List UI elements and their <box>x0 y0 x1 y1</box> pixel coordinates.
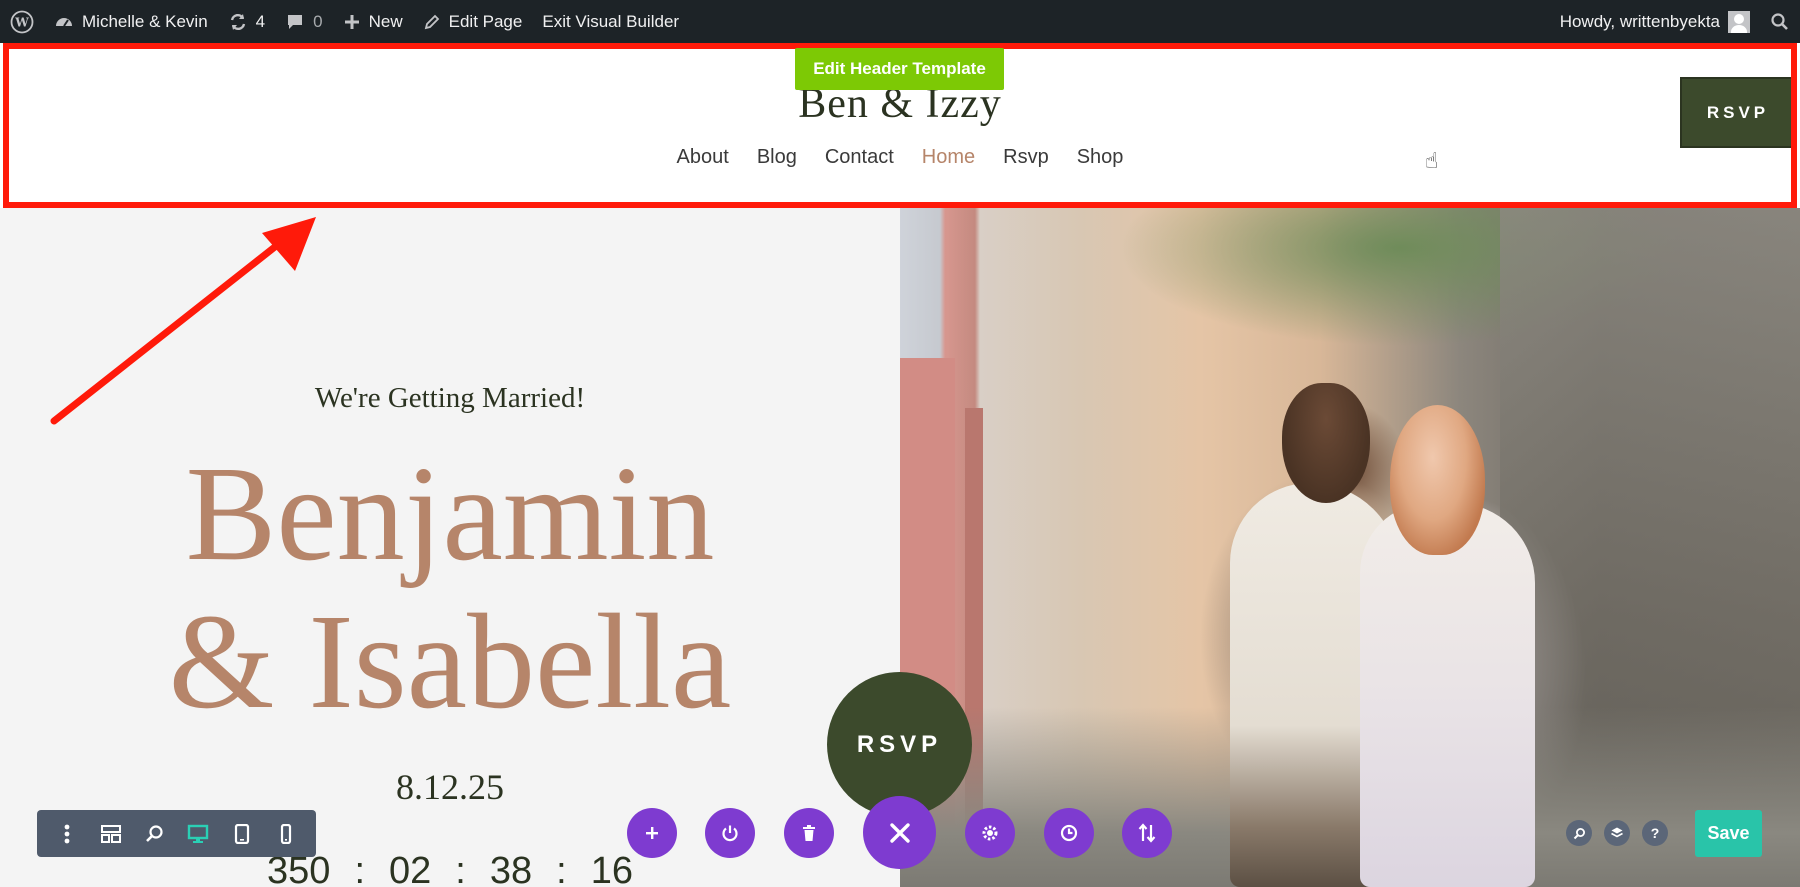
page-settings-button[interactable] <box>965 808 1015 858</box>
new-label: New <box>368 11 403 31</box>
zoom-view-button[interactable] <box>141 820 169 848</box>
countdown-seconds: 16 <box>590 850 633 887</box>
annotation-arrow-icon <box>50 217 316 425</box>
edit-page-link[interactable]: Edit Page <box>413 0 533 43</box>
phone-icon <box>280 823 292 844</box>
exit-visual-builder-link[interactable]: Exit Visual Builder <box>532 0 689 43</box>
trash-icon <box>803 825 815 841</box>
clear-layout-button[interactable] <box>784 808 834 858</box>
save-button[interactable]: Save <box>1695 810 1762 857</box>
sort-icon <box>1138 823 1156 843</box>
updates-link[interactable]: 4 <box>218 0 275 43</box>
avatar <box>1728 10 1750 33</box>
tablet-view-button[interactable] <box>228 820 256 848</box>
site-name-link[interactable]: Michelle & Kevin <box>44 0 218 43</box>
phone-view-button[interactable] <box>272 820 300 848</box>
new-content-link[interactable]: New <box>333 0 413 43</box>
hero-name-line1: Benjamin <box>185 439 715 589</box>
desktop-icon <box>188 824 209 843</box>
more-icon <box>64 824 70 843</box>
layout-icon <box>100 824 121 843</box>
exit-builder-label: Exit Visual Builder <box>542 11 680 31</box>
countdown-minutes: 38 <box>489 850 533 887</box>
layers-icon <box>1611 827 1623 838</box>
hero-names: Benjamin & Isabella <box>0 440 900 736</box>
zoom-icon <box>145 824 163 842</box>
couple-photo-subject <box>1220 383 1550 887</box>
pencil-icon <box>424 14 439 29</box>
layers-view-button[interactable] <box>1604 820 1630 846</box>
countdown-separator: : <box>556 850 567 887</box>
dashboard-icon <box>56 17 72 27</box>
countdown-separator: : <box>354 850 365 887</box>
add-icon <box>646 827 658 839</box>
tablet-icon <box>235 823 250 844</box>
power-icon <box>722 825 738 842</box>
history-icon <box>1060 824 1078 842</box>
comments-link[interactable]: 0 <box>275 0 332 43</box>
nav-item-contact[interactable]: Contact <box>825 146 894 169</box>
wedding-date: 8.12.25 <box>396 767 504 807</box>
add-section-button[interactable] <box>627 808 677 858</box>
builder-menu-button[interactable] <box>53 820 81 848</box>
comments-icon <box>288 14 303 29</box>
wireframe-view-button[interactable] <box>97 820 125 848</box>
nav-item-home[interactable]: Home <box>922 146 975 169</box>
nav-item-shop[interactable]: Shop <box>1077 146 1124 169</box>
portability-button[interactable] <box>1122 808 1172 858</box>
search-icon <box>1771 12 1788 30</box>
wordpress-logo-button[interactable]: W <box>0 0 44 43</box>
edit-header-template-button[interactable]: Edit Header Template <box>795 48 1004 90</box>
svg-text:W: W <box>14 15 29 29</box>
pointer-cursor-icon: ☝ <box>1425 148 1439 173</box>
disable-builder-button[interactable] <box>705 808 755 858</box>
wp-admin-bar: W Michelle & Kevin 4 0 New Edit Page Exi… <box>0 0 1800 43</box>
hero-name-line2: & Isabella <box>168 587 732 737</box>
desktop-view-button[interactable] <box>184 820 212 848</box>
builder-search-button[interactable] <box>1566 820 1592 846</box>
updates-count: 4 <box>255 11 266 31</box>
builder-view-toolbar <box>37 810 316 857</box>
help-icon: ? <box>1650 825 1660 841</box>
main-nav: About Blog Contact Home Rsvp Shop <box>0 146 1800 169</box>
help-button[interactable]: ? <box>1642 820 1668 846</box>
close-builder-button[interactable] <box>863 796 936 869</box>
wordpress-icon: W <box>10 10 34 33</box>
admin-search-button[interactable] <box>1760 0 1800 43</box>
account-menu[interactable]: Howdy, writtenbyekta <box>1550 0 1760 43</box>
edit-page-label: Edit Page <box>448 11 523 31</box>
editing-history-button[interactable] <box>1044 808 1094 858</box>
plus-icon <box>344 14 359 29</box>
updates-icon <box>230 13 245 30</box>
howdy-label: Howdy, writtenbyekta <box>1559 11 1720 31</box>
countdown-hours: 02 <box>389 850 432 887</box>
close-icon <box>889 822 910 843</box>
nav-item-rsvp[interactable]: Rsvp <box>1003 146 1049 169</box>
nav-item-about[interactable]: About <box>677 146 729 169</box>
hero-photo <box>900 208 1800 887</box>
comments-count: 0 <box>313 11 323 31</box>
header-rsvp-button[interactable]: RSVP <box>1680 77 1796 148</box>
nav-item-blog[interactable]: Blog <box>757 146 797 169</box>
countdown-separator: : <box>455 850 466 887</box>
search-icon <box>1573 827 1585 839</box>
site-name-label: Michelle & Kevin <box>82 11 208 31</box>
settings-icon <box>982 825 998 841</box>
